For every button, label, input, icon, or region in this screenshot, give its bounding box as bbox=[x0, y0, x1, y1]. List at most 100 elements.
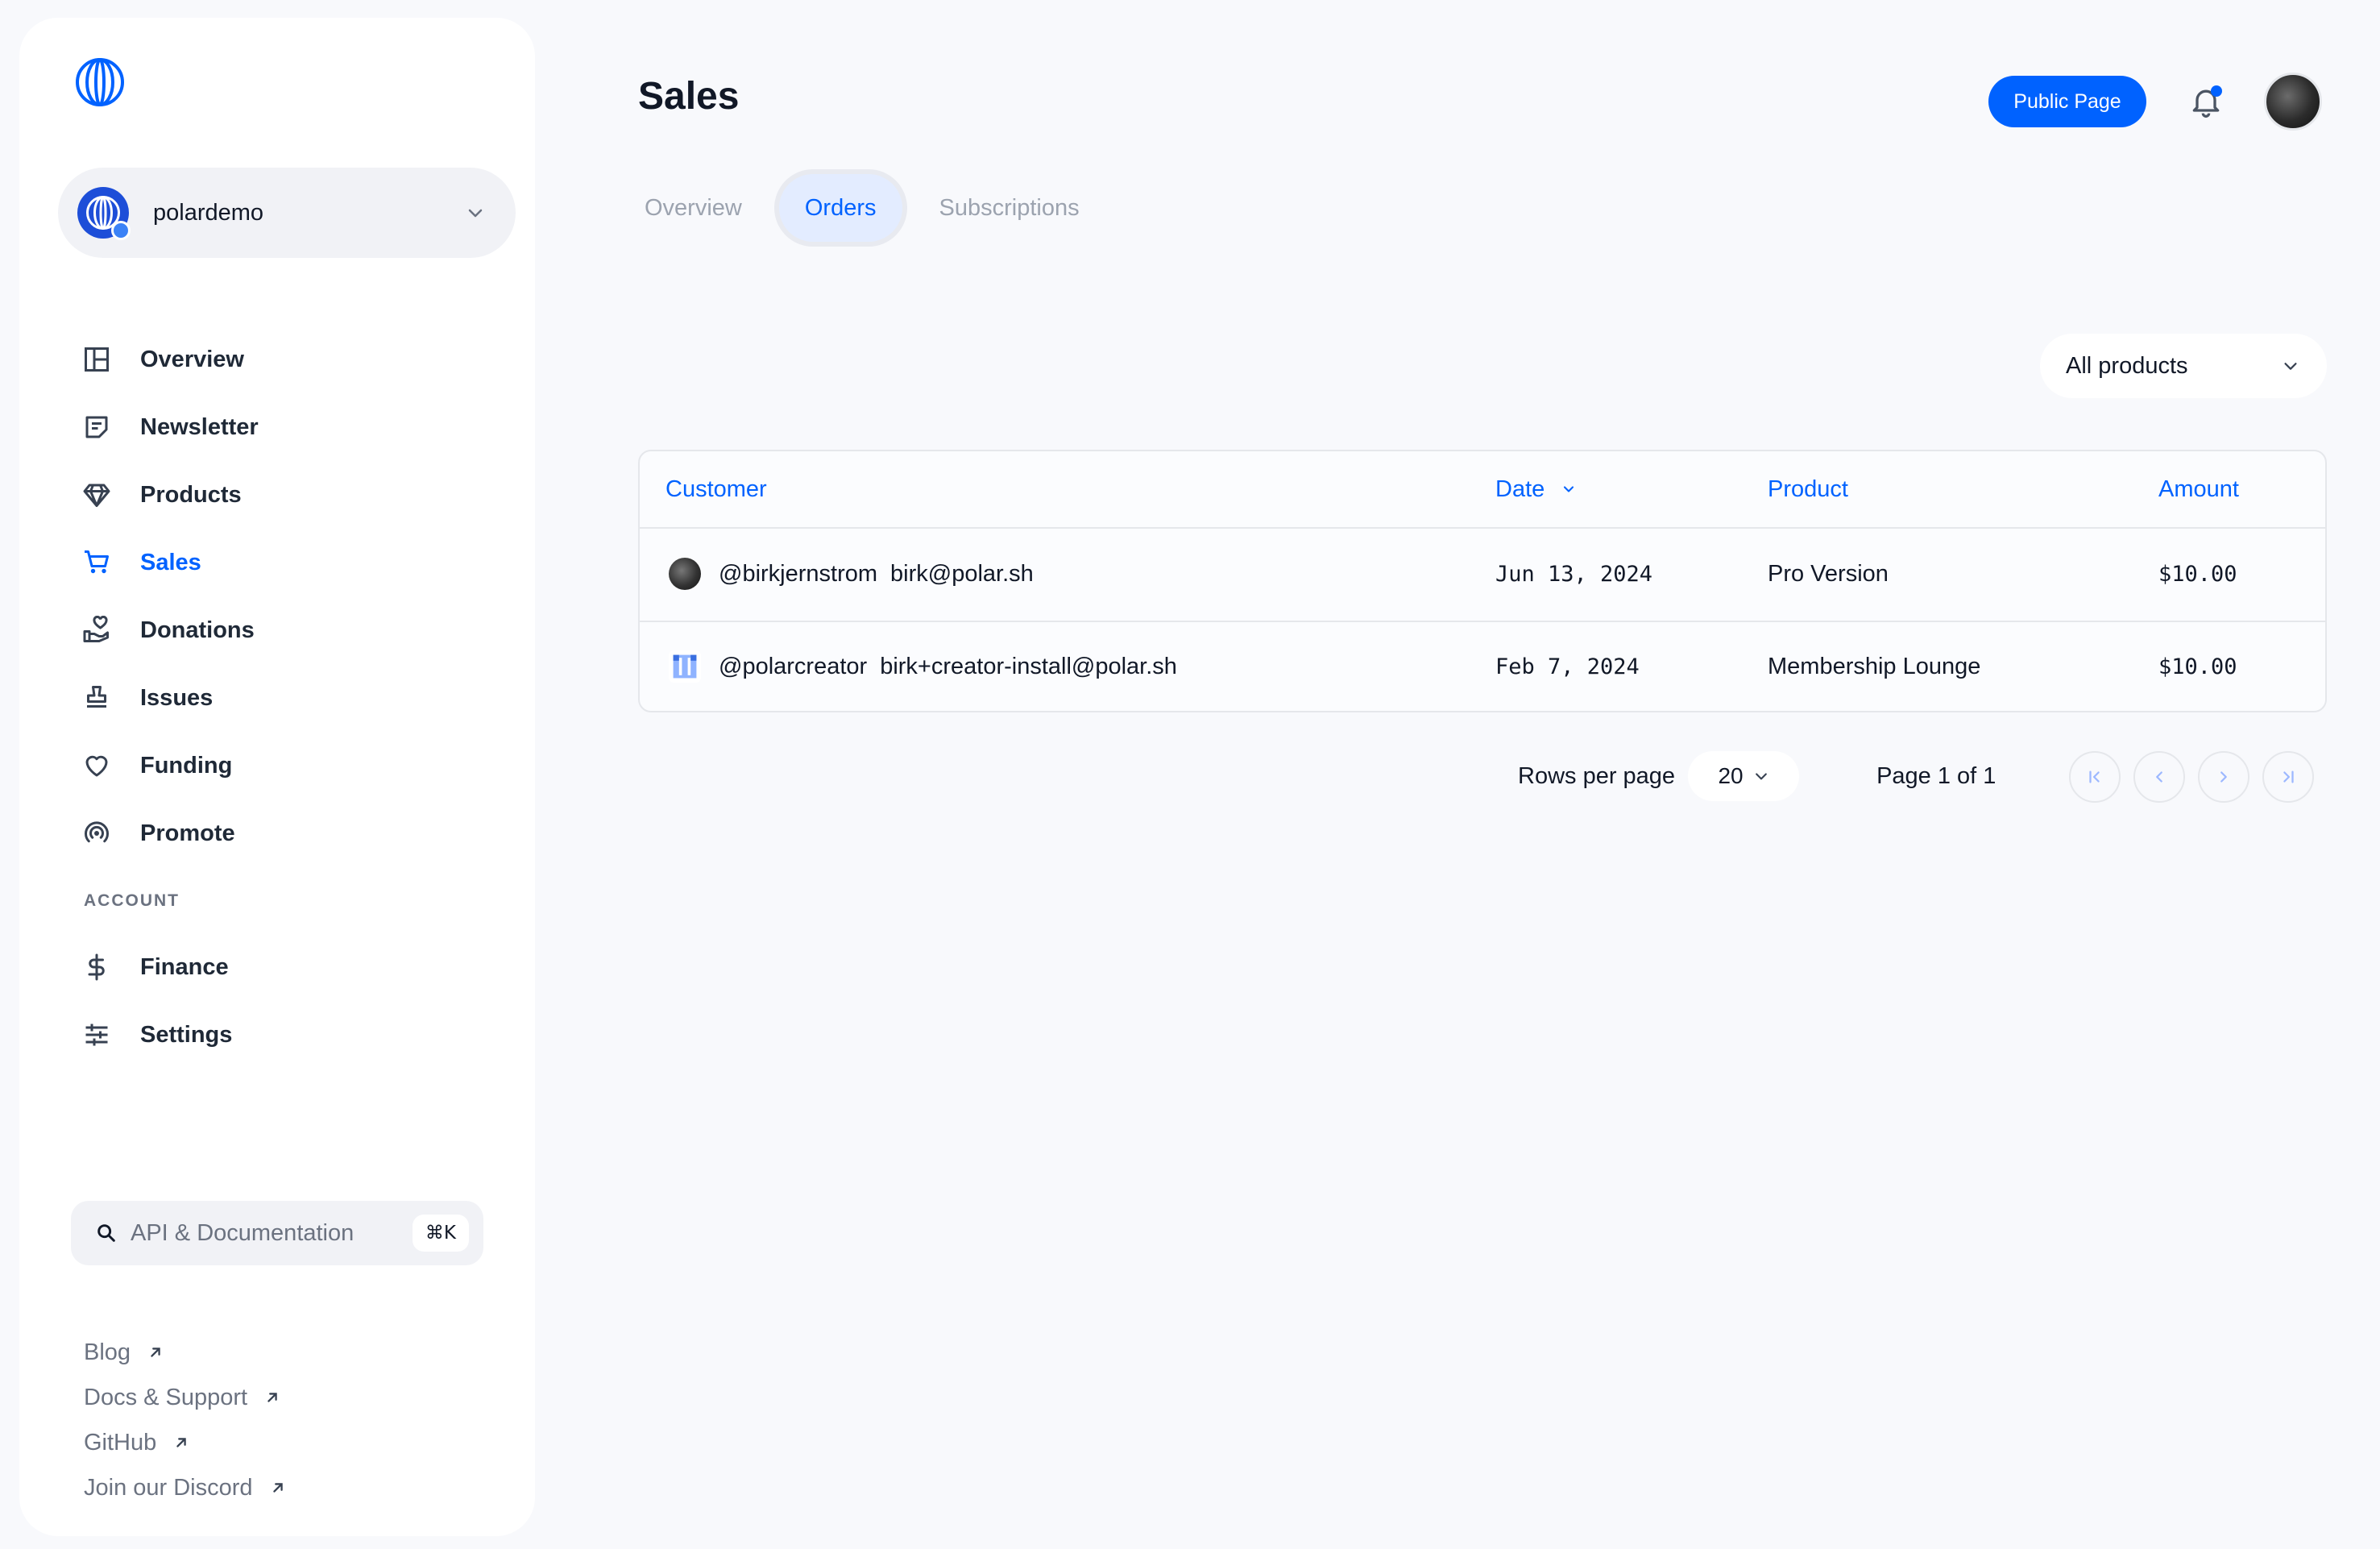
link-label: Join our Discord bbox=[84, 1474, 253, 1501]
customer-cell: @polarcreator birk+creator-install@polar… bbox=[669, 650, 1177, 683]
sidebar: polardemo Overview Newsletter Products S… bbox=[19, 18, 535, 1536]
customer-avatar bbox=[669, 558, 701, 590]
account-section-label: ACCOUNT bbox=[84, 891, 180, 910]
sidebar-item-overview[interactable]: Overview bbox=[81, 326, 500, 393]
keyboard-shortcut: ⌘K bbox=[412, 1215, 469, 1252]
amount-cell: $10.00 bbox=[2158, 561, 2237, 587]
page-title: Sales bbox=[638, 75, 740, 118]
sidebar-item-finance[interactable]: Finance bbox=[81, 933, 500, 1001]
amount-cell: $10.00 bbox=[2158, 654, 2237, 679]
previous-page-button[interactable] bbox=[2133, 751, 2185, 803]
product-filter-select[interactable]: All products bbox=[2040, 334, 2327, 398]
sidebar-item-label: Settings bbox=[140, 1021, 233, 1048]
broadcast-icon bbox=[81, 817, 113, 849]
sort-chevron-down-icon bbox=[1564, 486, 1574, 492]
blog-link[interactable]: Blog bbox=[84, 1330, 287, 1375]
sidebar-item-label: Issues bbox=[140, 684, 214, 711]
diamond-icon bbox=[81, 479, 113, 511]
sidebar-item-promote[interactable]: Promote bbox=[81, 799, 500, 867]
sidebar-item-issues[interactable]: Issues bbox=[81, 664, 500, 732]
pagination-buttons bbox=[2069, 751, 2327, 803]
user-avatar[interactable] bbox=[2264, 73, 2322, 131]
customer-email: birk@polar.sh bbox=[890, 560, 1034, 587]
column-customer[interactable]: Customer bbox=[665, 476, 767, 503]
orders-table: Customer Date Product Amount @birkjernst… bbox=[638, 450, 2327, 712]
sales-tabs: Overview Orders Subscriptions bbox=[625, 174, 1099, 242]
product-cell: Membership Lounge bbox=[1768, 653, 1981, 679]
footer-links: Blog Docs & Support GitHub Join our Disc… bbox=[84, 1330, 287, 1510]
pagination: Rows per page 20 Page 1 of 1 bbox=[1518, 751, 1996, 801]
arrow-up-right-icon bbox=[176, 1438, 186, 1447]
search-icon bbox=[97, 1224, 115, 1242]
product-filter-value: All products bbox=[2066, 352, 2188, 379]
customer-username: @polarcreator bbox=[719, 653, 868, 679]
chevron-down-icon bbox=[468, 209, 483, 218]
last-page-button[interactable] bbox=[2262, 751, 2314, 803]
date-cell: Jun 13, 2024 bbox=[1495, 561, 1653, 587]
tab-overview[interactable]: Overview bbox=[625, 174, 761, 242]
org-avatar bbox=[77, 187, 131, 240]
chevrons-first-icon bbox=[2089, 770, 2100, 783]
layout-icon bbox=[81, 343, 113, 376]
sidebar-item-label: Newsletter bbox=[140, 413, 259, 440]
tab-subscriptions[interactable]: Subscriptions bbox=[920, 174, 1099, 242]
chevron-left-icon bbox=[2156, 771, 2162, 783]
arrow-up-right-icon bbox=[272, 1483, 283, 1493]
discord-link[interactable]: Join our Discord bbox=[84, 1465, 287, 1510]
sidebar-item-label: Overview bbox=[140, 346, 244, 372]
polar-logo-icon[interactable] bbox=[74, 56, 126, 108]
table-row[interactable]: @birkjernstrom birk@polar.sh Jun 13, 202… bbox=[640, 529, 2325, 619]
public-page-button[interactable]: Public Page bbox=[1988, 76, 2146, 127]
search-label: API & Documentation bbox=[131, 1219, 355, 1246]
notification-dot bbox=[2211, 85, 2222, 97]
chevron-down-icon bbox=[1755, 773, 1767, 780]
docs-support-link[interactable]: Docs & Support bbox=[84, 1375, 287, 1420]
date-cell: Feb 7, 2024 bbox=[1495, 654, 1640, 679]
column-date-label: Date bbox=[1495, 475, 1545, 502]
sliders-icon bbox=[81, 1019, 113, 1051]
customer-cell: @birkjernstrom birk@polar.sh bbox=[669, 558, 1034, 590]
api-docs-search[interactable]: API & Documentation ⌘K bbox=[71, 1201, 483, 1265]
product-cell: Pro Version bbox=[1768, 560, 1889, 587]
chevron-down-icon bbox=[2284, 363, 2297, 370]
main-nav: Overview Newsletter Products Sales Donat… bbox=[81, 326, 500, 867]
table-row[interactable]: @polarcreator birk+creator-install@polar… bbox=[640, 621, 2325, 711]
rows-per-page-select[interactable]: 20 bbox=[1688, 751, 1800, 801]
rows-per-page-value: 20 bbox=[1718, 763, 1744, 788]
github-link[interactable]: GitHub bbox=[84, 1420, 287, 1465]
donation-hand-icon bbox=[81, 614, 113, 646]
customer-username: @birkjernstrom bbox=[719, 560, 878, 587]
rows-per-page-label: Rows per page bbox=[1518, 762, 1676, 789]
arrow-up-right-icon bbox=[267, 1393, 277, 1402]
heart-icon bbox=[81, 750, 113, 782]
next-page-button[interactable] bbox=[2198, 751, 2249, 803]
column-date[interactable]: Date bbox=[1495, 476, 1577, 503]
notifications-button[interactable] bbox=[2188, 84, 2224, 119]
github-badge-icon bbox=[111, 221, 131, 240]
sidebar-item-label: Products bbox=[140, 481, 242, 508]
account-nav: Finance Settings bbox=[81, 933, 500, 1069]
sidebar-item-sales[interactable]: Sales bbox=[81, 529, 500, 596]
stamp-icon bbox=[81, 682, 113, 714]
sidebar-item-label: Sales bbox=[140, 549, 201, 575]
org-switcher[interactable]: polardemo bbox=[58, 168, 516, 258]
tab-orders[interactable]: Orders bbox=[778, 174, 902, 242]
sidebar-item-settings[interactable]: Settings bbox=[81, 1001, 500, 1069]
link-label: Blog bbox=[84, 1339, 131, 1365]
column-amount[interactable]: Amount bbox=[2158, 476, 2239, 503]
sidebar-item-donations[interactable]: Donations bbox=[81, 596, 500, 664]
customer-avatar bbox=[669, 650, 701, 683]
chevron-right-icon bbox=[2220, 771, 2227, 783]
sidebar-item-products[interactable]: Products bbox=[81, 461, 500, 529]
cart-icon bbox=[81, 546, 113, 579]
sidebar-item-funding[interactable]: Funding bbox=[81, 732, 500, 799]
link-label: GitHub bbox=[84, 1429, 157, 1456]
column-product[interactable]: Product bbox=[1768, 476, 1848, 503]
sidebar-item-label: Funding bbox=[140, 752, 233, 779]
sidebar-item-newsletter[interactable]: Newsletter bbox=[81, 393, 500, 461]
arrow-up-right-icon bbox=[151, 1348, 160, 1357]
sidebar-item-label: Promote bbox=[140, 820, 235, 846]
org-name: polardemo bbox=[153, 199, 264, 226]
newsletter-icon bbox=[81, 411, 113, 443]
first-page-button[interactable] bbox=[2069, 751, 2121, 803]
